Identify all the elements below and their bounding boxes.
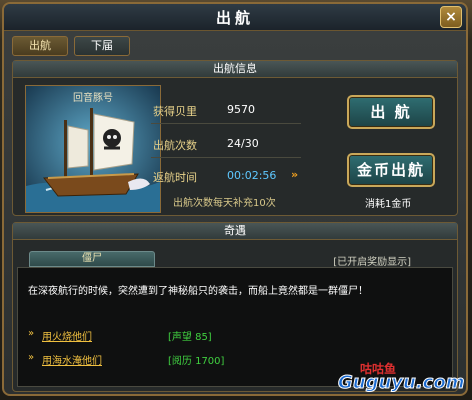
voyage-info-header: 出航信息 — [13, 61, 457, 78]
close-button[interactable]: × — [440, 6, 462, 28]
option-arrow-icon: » — [28, 328, 35, 339]
tab-sail[interactable]: 出航 — [12, 36, 68, 56]
ship-portrait: 回音豚号 — [25, 85, 161, 213]
voyage-window: 出航 × 出航 下届 出航信息 回音豚号 获得贝里 9570 出航次数 24/3… — [2, 2, 468, 396]
sail-button[interactable]: 出 航 — [347, 95, 435, 129]
fast-forward-icon[interactable]: » — [291, 168, 298, 181]
daily-refill-note: 出航次数每天补充10次 — [173, 198, 276, 209]
stat-value-berry: 9570 — [227, 103, 255, 116]
return-timer: 00:02:56 — [227, 169, 277, 182]
tab-next[interactable]: 下届 — [74, 36, 130, 56]
ship-image — [26, 86, 160, 212]
option-arrow-icon: » — [28, 352, 35, 363]
option-burn-link[interactable]: 用火烧他们 — [42, 328, 92, 343]
stat-label-sail-count: 出航次数 — [153, 139, 197, 152]
encounter-header: 奇遇 — [13, 223, 457, 240]
watermark-en: Guguyu.com — [337, 372, 465, 394]
stat-value-sail-count: 24/30 — [227, 137, 259, 150]
tab-zombie[interactable]: 僵尸 — [29, 251, 155, 267]
stat-label-return-time: 返航时间 — [153, 171, 197, 184]
gold-sail-button[interactable]: 金币出航 — [347, 153, 435, 187]
option-drown-link[interactable]: 用海水淹他们 — [42, 352, 102, 367]
title-bar: 出航 × — [4, 4, 466, 31]
window-title: 出航 — [215, 9, 254, 27]
divider — [151, 123, 301, 124]
encounter-story: 在深夜航行的时候，突然遭到了神秘船只的袭击，而船上竟然都是一群僵尸！ — [28, 286, 368, 297]
voyage-info-panel: 出航信息 回音豚号 获得贝里 9570 出航次数 24/30 返航时间 00:0… — [12, 60, 458, 216]
divider — [151, 157, 301, 158]
option-burn-reward: [声望 85] — [168, 332, 212, 343]
stat-label-berry: 获得贝里 — [153, 105, 197, 118]
gold-cost-label: 消耗1金币 — [365, 199, 412, 210]
reward-display-toggle[interactable]: [已开启奖励显示] — [333, 253, 411, 268]
option-drown-reward: [阅历 1700] — [168, 356, 225, 367]
ship-name: 回音豚号 — [73, 93, 113, 104]
